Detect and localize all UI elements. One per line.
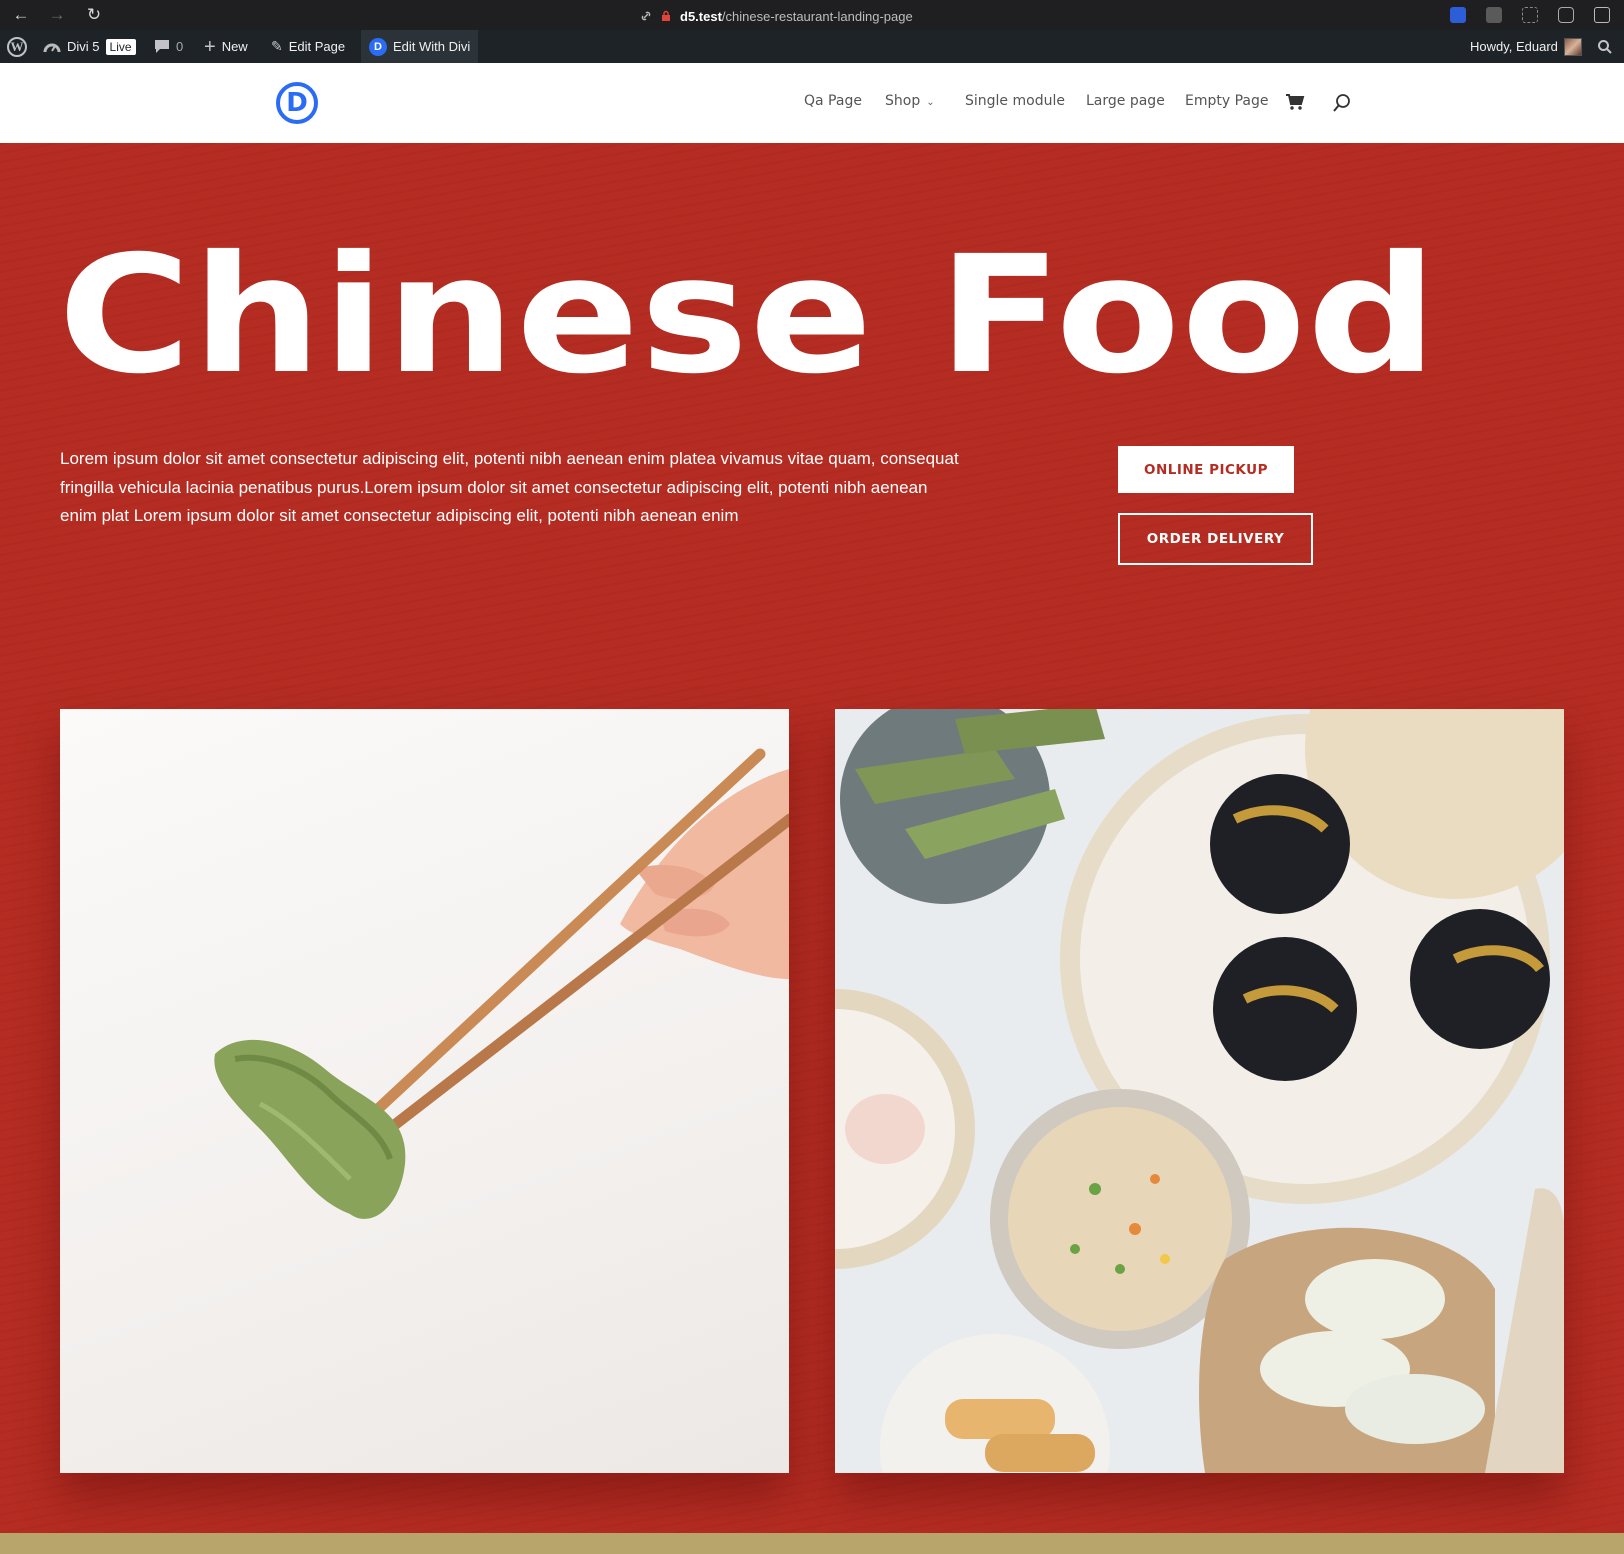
search-icon — [1598, 39, 1612, 54]
online-pickup-button[interactable]: ONLINE PICKUP — [1118, 446, 1294, 493]
site-logo[interactable]: D — [276, 82, 318, 124]
search-icon[interactable] — [1332, 93, 1352, 113]
new-content-menu[interactable]: + New — [204, 30, 248, 63]
dim-sum-illustration — [835, 709, 1564, 1473]
menu-item-single-module[interactable]: Single module — [965, 93, 1065, 109]
dumpling-chopsticks-image — [60, 709, 789, 1473]
cart-icon[interactable] — [1285, 93, 1305, 111]
extension-icon[interactable] — [1558, 7, 1574, 23]
edit-with-divi-label: Edit With Divi — [393, 39, 471, 54]
dim-sum-spread-image — [835, 709, 1564, 1473]
edit-page-label: Edit Page — [288, 39, 346, 54]
greeting: Howdy, Eduard — [1470, 39, 1558, 54]
link-icon — [641, 11, 651, 21]
chevron-down-icon: ⌄ — [926, 97, 935, 108]
extension-icon[interactable] — [1450, 7, 1466, 23]
hero-title: Chinese Food — [58, 222, 1439, 410]
menu-item-qa-page[interactable]: Qa Page — [804, 93, 862, 109]
address-bar[interactable]: d5.test/chinese-restaurant-landing-page — [640, 7, 913, 25]
menu-item-shop[interactable]: Shop ⌄ — [885, 93, 935, 109]
menu-label: Single module — [965, 93, 1065, 109]
comment-icon — [155, 40, 169, 53]
forward-arrow-icon[interactable]: → — [46, 4, 68, 26]
wordpress-icon: W — [7, 36, 27, 57]
back-arrow-icon[interactable]: ← — [10, 4, 32, 26]
site-name-menu[interactable]: Divi 5 Live — [43, 30, 136, 63]
edit-with-divi-link[interactable]: D Edit With Divi — [361, 30, 479, 63]
live-badge: Live — [105, 38, 136, 55]
wordpress-menu[interactable]: W — [7, 30, 27, 63]
reload-icon[interactable]: ↻ — [83, 4, 105, 26]
edit-page-link[interactable]: ✎ Edit Page — [271, 30, 345, 63]
url-path: /chinese-restaurant-landing-page — [721, 8, 913, 24]
site-header: D Qa Page Shop ⌄ Single module Large page… — [0, 63, 1624, 143]
hero-description: Lorem ipsum dolor sit amet consectetur a… — [60, 449, 959, 525]
dumpling-illustration — [214, 748, 789, 1219]
extension-icon[interactable] — [1486, 7, 1502, 23]
menu-label: Empty Page — [1185, 93, 1269, 109]
menu-label: Large page — [1086, 93, 1165, 109]
order-delivery-button[interactable]: ORDER DELIVERY — [1118, 513, 1313, 565]
url-domain: d5.test — [680, 8, 722, 24]
pencil-icon: ✎ — [271, 38, 283, 54]
url-text: d5.test/chinese-restaurant-landing-page — [680, 9, 913, 24]
screenshot-icon[interactable] — [1522, 7, 1538, 23]
dashboard-icon — [43, 43, 61, 52]
menu-label: Qa Page — [804, 93, 862, 109]
wp-admin-bar: W Divi 5 Live 0 + New ✎ Edit Page D Edit… — [0, 30, 1624, 63]
hero-section: Chinese Food Lorem ipsum dolor sit amet … — [0, 143, 1624, 1533]
comments-menu[interactable]: 0 — [154, 30, 183, 63]
admin-search[interactable] — [1597, 30, 1613, 63]
plus-icon: + — [204, 35, 216, 58]
site-name: Divi 5 — [67, 39, 100, 54]
menu-item-empty-page[interactable]: Empty Page — [1185, 93, 1269, 109]
comments-count: 0 — [176, 39, 184, 54]
new-label: New — [221, 39, 248, 54]
avatar — [1563, 37, 1582, 56]
account-menu[interactable]: Howdy, Eduard — [1470, 30, 1582, 63]
lock-icon — [662, 10, 670, 21]
divi-icon: D — [369, 37, 387, 56]
sidebar-toggle-icon[interactable] — [1594, 7, 1610, 23]
next-section-band — [0, 1533, 1624, 1554]
menu-item-large-page[interactable]: Large page — [1086, 93, 1165, 109]
browser-toolbar: ← → ↻ d5.test/chinese-restaurant-landing… — [0, 0, 1624, 30]
menu-label: Shop — [885, 93, 921, 109]
